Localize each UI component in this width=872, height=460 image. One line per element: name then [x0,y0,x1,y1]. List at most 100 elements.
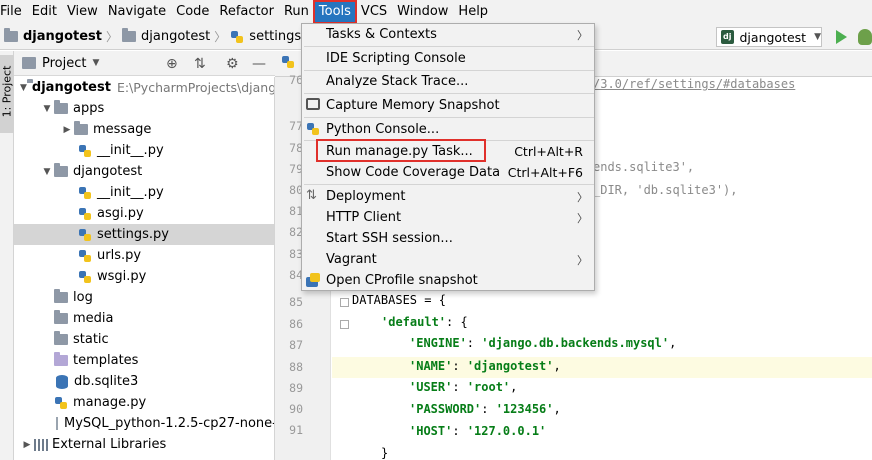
menu-item-open-cprofile-snapshot[interactable]: Open CProfile snapshot [302,270,594,291]
run-configuration-select[interactable]: dj djangotest ▼ [716,27,822,47]
docs-url-fragment[interactable]: /3.0/ref/settings/#databases [593,77,795,91]
debug-icon[interactable] [858,29,872,45]
chevron-right-icon: 〉 [106,30,119,44]
line-number: 84 [289,268,303,282]
tree-item-folder[interactable]: ▼ apps [14,98,274,119]
menu-file[interactable]: File [0,1,27,23]
tree-item-folder[interactable]: media [14,308,274,329]
menu-refactor[interactable]: Refactor [214,1,279,23]
folder-icon [74,121,88,135]
tree-item-folder[interactable]: templates [14,350,274,371]
gear-icon[interactable]: ⚙ [226,56,239,72]
menu-vcs[interactable]: VCS [356,1,392,23]
code-fragment: _DIR, 'db.sqlite3'), [593,183,738,197]
database-icon [56,374,68,389]
collapse-all-icon[interactable]: ⇅ [194,56,206,72]
library-icon [34,438,48,451]
deployment-icon: ⇅ [306,188,317,203]
shortcut-label: Ctrl+Alt+R [514,144,583,159]
templates-folder-icon [54,352,68,366]
menu-run[interactable]: Run [279,1,314,23]
locate-icon[interactable]: ⊕ [166,56,178,72]
chevron-right-icon: 〉 [214,30,227,44]
python-file-icon [78,228,92,242]
line-number: 76 [289,73,303,87]
django-icon: dj [721,30,734,44]
line-number: 85 [289,295,303,309]
menu-item-analyze-stack-trace[interactable]: Analyze Stack Trace... [302,71,594,92]
tree-item-folder[interactable]: static [14,329,274,350]
python-file-icon [78,144,92,158]
chevron-right-icon[interactable]: ▶ [60,125,74,135]
chevron-down-icon[interactable]: ▼ [40,104,54,114]
tree-item-file[interactable]: __init__.py [14,140,274,161]
folder-icon [54,310,68,324]
menu-item-vagrant[interactable]: Vagrant 〉 [302,249,594,270]
fold-icon[interactable] [340,298,349,307]
project-tool-tab[interactable]: 1: Project [0,55,14,133]
menu-window[interactable]: Window [392,1,453,23]
run-icon[interactable] [836,30,847,44]
folder-icon [4,28,18,42]
chevron-down-icon[interactable]: ▼ [92,58,99,68]
folder-icon [54,289,68,303]
project-tree: ▼ djangotest E:\PycharmProjects\djang ▼ … [14,77,275,460]
code-line: 'HOST': '127.0.0.1' [409,424,547,438]
menu-item-tasks-contexts[interactable]: Tasks & Contexts 〉 [302,24,594,45]
menu-item-deployment[interactable]: ⇅ Deployment 〉 [302,186,594,207]
code-line: } [381,446,389,460]
breadcrumb-project[interactable]: djangotest [23,29,102,44]
chevron-down-icon[interactable]: ▼ [40,167,54,177]
menu-separator [304,117,594,118]
tree-item-folder[interactable]: ▼ djangotest [14,161,274,182]
python-file-icon[interactable] [281,55,295,69]
tree-item-file-selected[interactable]: settings.py [14,224,274,245]
menu-code[interactable]: Code [171,1,214,23]
menu-item-capture-memory-snapshot[interactable]: Capture Memory Snapshot [302,95,594,116]
breadcrumb: djangotest 〉 djangotest 〉 settings.py [0,28,321,45]
menu-separator [304,93,594,94]
tree-item-file[interactable]: manage.py [14,392,274,413]
tree-item-file[interactable]: MySQL_python-1.2.5-cp27-none-w [14,413,274,434]
tree-item-file[interactable]: db.sqlite3 [14,371,274,392]
chevron-right-icon: 〉 [577,190,588,204]
menu-help[interactable]: Help [453,1,493,23]
project-view-select[interactable]: Project [42,56,86,71]
tree-item-external-libraries[interactable]: ▶ External Libraries [14,434,274,455]
tree-item-folder[interactable]: log [14,287,274,308]
tree-item-root[interactable]: ▼ djangotest E:\PycharmProjects\djang [14,77,274,98]
menu-separator [304,46,594,47]
tree-item-folder[interactable]: ▶ message [14,119,274,140]
fold-icon[interactable] [340,320,349,329]
line-number: 88 [289,360,303,374]
menu-separator [304,184,594,185]
menu-navigate[interactable]: Navigate [103,1,171,23]
menu-item-show-code-coverage-data[interactable]: Show Code Coverage Data Ctrl+Alt+F6 [302,162,594,183]
tree-item-file[interactable]: asgi.py [14,203,274,224]
line-number: 78 [289,141,303,155]
line-number: 83 [289,247,303,261]
menu-view[interactable]: View [62,1,103,23]
chevron-right-icon: 〉 [577,211,588,225]
cprofile-icon [306,273,320,287]
menu-item-ide-scripting-console[interactable]: IDE Scripting Console [302,48,594,69]
python-file-icon [230,30,244,44]
menu-item-start-ssh-session[interactable]: Start SSH session... [302,228,594,249]
tree-item-file[interactable]: __init__.py [14,182,274,203]
code-line: 'default': { [381,315,468,329]
line-number: 82 [289,225,303,239]
menu-item-python-console[interactable]: Python Console... [302,119,594,140]
code-fragment: ends.sqlite3', [593,160,695,174]
breadcrumb-package[interactable]: djangotest [141,29,210,44]
chevron-down-icon[interactable]: ▼ [20,83,27,93]
line-number: 81 [289,204,303,218]
chevron-right-icon[interactable]: ▶ [20,440,34,450]
tree-item-file[interactable]: urls.py [14,245,274,266]
line-number: 77 [289,119,303,133]
tree-item-file[interactable]: wsgi.py [14,266,274,287]
menu-edit[interactable]: Edit [27,1,62,23]
folder-icon [122,28,137,42]
menu-item-http-client[interactable]: HTTP Client 〉 [302,207,594,228]
menu-tools[interactable]: Tools [312,0,357,24]
hide-icon[interactable]: — [252,56,266,72]
